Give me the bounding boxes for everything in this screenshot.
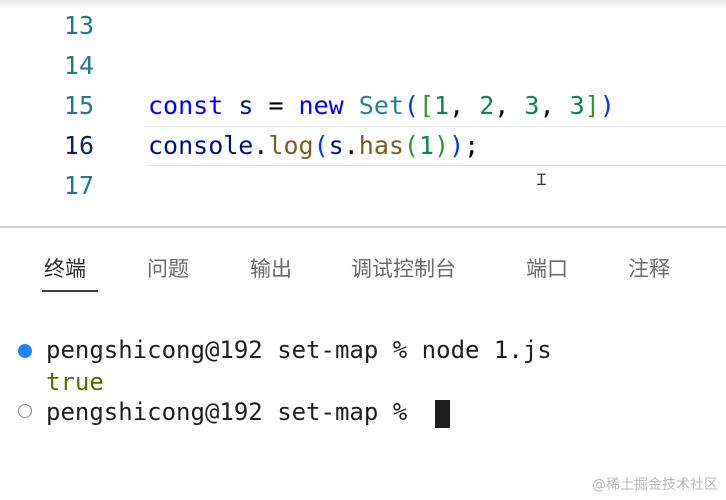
terminal-command-line: pengshicong@192 set-map % node 1.js [46,336,552,364]
code-line[interactable]: 17 [0,166,726,206]
code-token: new [298,91,344,120]
code-token: , [449,91,480,120]
code-text: console.log(s.has(1)); [148,126,479,166]
code-token: ; [464,131,480,160]
panel-tab-bar: 终端 问题 输出 调试控制台 端口 注释 [0,228,726,296]
command-success-icon[interactable] [18,344,32,358]
code-token: [ [418,91,435,120]
code-token: , [494,91,525,120]
code-token: ( [313,131,329,160]
command-pending-icon[interactable] [18,404,32,418]
code-text: const s = new Set([1, 2, 3, 3]) [148,86,615,126]
active-tab-indicator [42,290,98,292]
line-number: 15 [63,91,94,120]
code-token: has [358,131,404,160]
watermark: @稀土掘金技术社区 [592,477,718,493]
code-token: . [253,131,269,160]
code-token: s [238,91,254,120]
tab-comments[interactable]: 注释 [628,252,670,286]
line-number: 16 [63,131,94,160]
code-token: 2 [479,91,495,120]
line-number: 14 [63,51,94,80]
code-token: ] [584,91,600,120]
mouse-ibeam-cursor: Ɪ [537,170,546,189]
code-token: = [253,91,299,120]
terminal-output-line: true [46,368,104,396]
code-token: console [148,131,254,160]
code-token: log [268,131,314,160]
code-token: Set [358,91,404,120]
code-token: s [328,131,344,160]
line-number: 17 [63,171,94,200]
terminal-cursor [435,400,450,428]
code-line[interactable]: 16 console.log(s.has(1)); [0,126,726,166]
tab-ports[interactable]: 端口 [526,252,568,286]
code-token: ) [599,91,615,120]
tab-output[interactable]: 输出 [250,252,292,286]
code-line[interactable]: 13 [0,6,726,46]
terminal-panel[interactable]: pengshicong@192 set-map % node 1.js true… [0,300,726,500]
tab-terminal[interactable]: 终端 [44,252,86,286]
code-token: ( [403,91,419,120]
tab-problems[interactable]: 问题 [147,252,189,286]
code-token: 3 [569,91,585,120]
code-token: . [343,131,359,160]
terminal-prompt-line: pengshicong@192 set-map % [46,398,422,426]
tab-debug-console[interactable]: 调试控制台 [351,252,456,286]
code-editor[interactable]: 13 14 15 const s = new Set([1, 2, 3, 3]) 16 c… [0,0,726,226]
code-token: 3 [524,91,540,120]
code-line[interactable]: 15 const s = new Set([1, 2, 3, 3]) [0,86,726,126]
code-line[interactable]: 14 [0,46,726,86]
code-token: , [539,91,570,120]
code-token: ) [449,131,465,160]
code-token: const [148,91,224,120]
code-token: ) [434,131,450,160]
line-number: 13 [63,11,94,40]
code-token: ( [403,131,419,160]
code-token: 1 [434,91,450,120]
code-token: 1 [418,131,435,160]
